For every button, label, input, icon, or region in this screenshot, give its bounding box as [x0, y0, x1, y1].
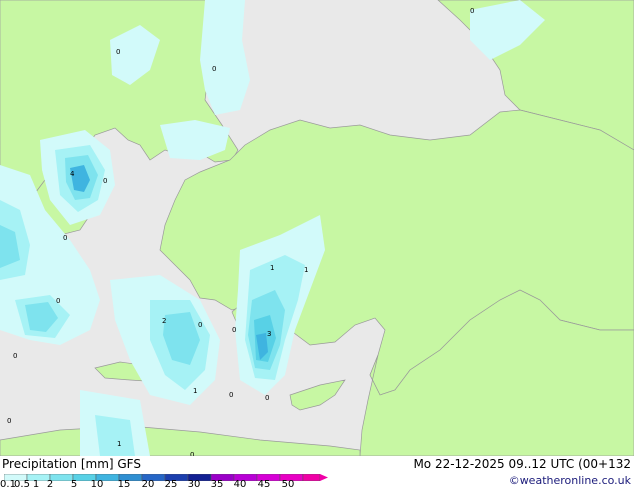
legend-tick-label: 50	[281, 479, 295, 490]
station-value: 1	[193, 387, 197, 395]
station-value: 0	[229, 391, 233, 399]
station-value: 0	[63, 234, 67, 242]
legend-tick-label: 20	[141, 479, 155, 490]
station-value: 3	[267, 330, 271, 338]
legend-tick-label: 1	[32, 479, 40, 490]
legend-tick-label: 40	[233, 479, 247, 490]
station-value: 0	[7, 417, 11, 425]
legend-tick-label: 35	[210, 479, 224, 490]
valid-time: Mo 22-12-2025 09..12 UTC (00+132	[413, 457, 631, 471]
map-canvas: 0 0 0 4 0 0 0 1 1 2 0 0 3 1 0 0 0 0 1 0	[0, 0, 634, 456]
station-value: 1	[304, 266, 308, 274]
station-value: 1	[270, 264, 274, 272]
legend-ticks: 0.1 0.5 1 2 5 10 15 20 25 30 35 40 45 50	[0, 480, 330, 490]
precipitation-map: 0 0 0 4 0 0 0 1 1 2 0 0 3 1 0 0 0 0 1 0	[0, 0, 634, 456]
station-value: 0	[103, 177, 107, 185]
station-value: 1	[117, 440, 121, 448]
station-value: 0	[212, 65, 216, 73]
credit-link[interactable]: ©weatheronline.co.uk	[509, 474, 631, 487]
precip-area-libya-2	[95, 415, 135, 456]
map-title: Precipitation [mm] GFS	[2, 457, 141, 471]
legend-tick-label: 10	[90, 479, 104, 490]
legend-tick-label: 30	[187, 479, 201, 490]
station-value: 0	[265, 394, 269, 402]
legend-tick-label: 0.5	[14, 479, 30, 490]
station-value: 0	[56, 297, 60, 305]
station-value: 4	[70, 170, 75, 178]
legend-tick-label: 45	[257, 479, 271, 490]
station-value: 0	[470, 7, 474, 15]
legend-tick-label: 2	[46, 479, 54, 490]
legend-tick-label: 15	[117, 479, 131, 490]
station-value: 0	[198, 321, 202, 329]
legend-tick-label: 5	[70, 479, 78, 490]
station-value: 0	[13, 352, 17, 360]
station-value: 0	[116, 48, 120, 56]
station-value: 2	[162, 317, 166, 325]
legend-tick-label: 25	[164, 479, 178, 490]
station-value: 0	[232, 326, 236, 334]
